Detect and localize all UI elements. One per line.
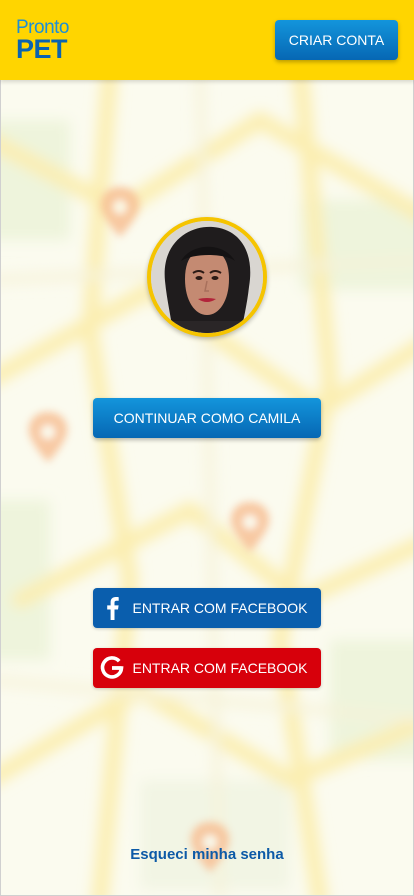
facebook-login-button[interactable]: ENTRAR COM FACEBOOK xyxy=(93,588,321,628)
login-content: CONTINUAR COMO CAMILA ENTRAR COM FACEBOO… xyxy=(0,0,414,896)
forgot-password-link[interactable]: Esqueci minha senha xyxy=(0,846,414,863)
user-photo xyxy=(151,221,263,333)
app-header: Pronto PET CRIAR CONTA xyxy=(0,0,414,80)
google-login-button[interactable]: ENTRAR COM FACEBOOK xyxy=(93,648,321,688)
logo-text-bottom: PET xyxy=(16,34,68,64)
google-login-label: ENTRAR COM FACEBOOK xyxy=(132,660,308,676)
user-avatar xyxy=(147,217,267,337)
facebook-login-label: ENTRAR COM FACEBOOK xyxy=(132,600,308,616)
pronto-pet-logo: Pronto PET xyxy=(16,18,86,64)
continue-as-user-button[interactable]: CONTINUAR COMO CAMILA xyxy=(93,398,321,438)
create-account-button[interactable]: CRIAR CONTA xyxy=(275,20,398,60)
